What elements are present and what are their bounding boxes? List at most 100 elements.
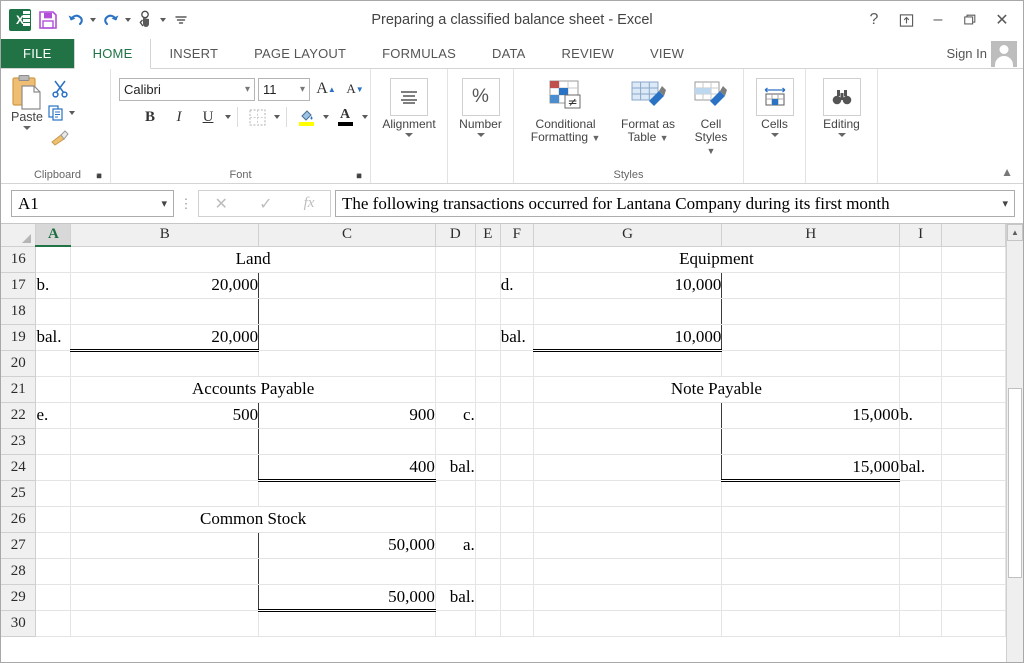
row-header-18[interactable]: 18	[1, 298, 36, 324]
cell-e22[interactable]	[475, 402, 500, 428]
column-header-a[interactable]: A	[36, 224, 71, 246]
cell-j30[interactable]	[942, 610, 1006, 636]
cell-h18[interactable]	[722, 298, 900, 324]
cell-d30[interactable]	[435, 610, 475, 636]
cell-f16[interactable]	[500, 246, 533, 272]
cell-i16[interactable]	[900, 246, 942, 272]
touch-mode-dropdown-icon[interactable]	[160, 18, 166, 22]
cell-d27[interactable]: a.	[435, 532, 475, 558]
row-header-17[interactable]: 17	[1, 272, 36, 298]
cell-c25[interactable]	[259, 480, 436, 506]
cell-a17[interactable]: b.	[36, 272, 71, 298]
cell-h22[interactable]: 15,000	[722, 402, 900, 428]
cells-button[interactable]: Cells	[750, 74, 800, 139]
row-header-19[interactable]: 19	[1, 324, 36, 350]
borders-dropdown-icon[interactable]	[274, 115, 280, 119]
row-header-25[interactable]: 25	[1, 480, 36, 506]
cell-a27[interactable]	[36, 532, 71, 558]
cell-b23[interactable]	[71, 428, 259, 454]
cell-i18[interactable]	[900, 298, 942, 324]
paste-button[interactable]: Paste	[10, 74, 44, 130]
cell-g26[interactable]	[533, 506, 722, 532]
restore-icon[interactable]	[955, 6, 985, 34]
cell-h19[interactable]	[722, 324, 900, 350]
cell-e23[interactable]	[475, 428, 500, 454]
cell-a18[interactable]	[36, 298, 71, 324]
editing-dropdown-icon[interactable]	[838, 133, 846, 137]
cell-d16[interactable]	[435, 246, 475, 272]
collapse-ribbon-icon[interactable]: ▲	[1001, 165, 1013, 179]
scrollbar-track[interactable]	[1007, 241, 1023, 662]
column-header-g[interactable]: G	[533, 224, 722, 246]
close-icon[interactable]: ✕	[987, 6, 1017, 34]
cell-g28[interactable]	[533, 558, 722, 584]
cell-f30[interactable]	[500, 610, 533, 636]
cell-g20[interactable]	[533, 350, 722, 376]
cell-g23[interactable]	[533, 428, 722, 454]
cell-a26[interactable]	[36, 506, 71, 532]
tab-data[interactable]: DATA	[474, 39, 544, 68]
cell-c30[interactable]	[259, 610, 436, 636]
cell-f22[interactable]	[500, 402, 533, 428]
column-header-b[interactable]: B	[71, 224, 259, 246]
borders-button[interactable]	[244, 105, 270, 129]
undo-icon[interactable]	[63, 7, 89, 33]
cell-d29[interactable]: bal.	[435, 584, 475, 610]
cell-c23[interactable]	[259, 428, 436, 454]
paste-dropdown-icon[interactable]	[23, 126, 31, 130]
cell-a28[interactable]	[36, 558, 71, 584]
font-dialog-launcher-icon[interactable]: ◾	[354, 171, 365, 182]
row-header-23[interactable]: 23	[1, 428, 36, 454]
italic-button[interactable]: I	[166, 105, 192, 129]
font-color-dropdown-icon[interactable]	[362, 115, 368, 119]
tab-home[interactable]: HOME	[74, 39, 152, 69]
cell-c17[interactable]	[259, 272, 436, 298]
cell-j23[interactable]	[942, 428, 1006, 454]
save-icon[interactable]	[35, 7, 61, 33]
fill-color-button[interactable]	[293, 105, 319, 129]
cell-a29[interactable]	[36, 584, 71, 610]
alignment-button[interactable]: Alignment	[376, 74, 441, 139]
cell-f28[interactable]	[500, 558, 533, 584]
name-box-dropdown-icon[interactable]: ▾	[161, 197, 167, 210]
cell-b26-common-stock-title[interactable]: Common Stock	[71, 506, 435, 532]
cell-g17[interactable]: 10,000	[533, 272, 722, 298]
cell-i19[interactable]	[900, 324, 942, 350]
cell-b18[interactable]	[71, 298, 259, 324]
scroll-up-arrow-icon[interactable]: ▲	[1007, 224, 1023, 241]
cell-c28[interactable]	[259, 558, 436, 584]
cell-d20[interactable]	[435, 350, 475, 376]
cell-f19[interactable]: bal.	[500, 324, 533, 350]
column-header-j[interactable]	[942, 224, 1006, 246]
cell-f24[interactable]	[500, 454, 533, 480]
cell-e30[interactable]	[475, 610, 500, 636]
minimize-icon[interactable]: –	[923, 6, 953, 34]
ribbon-display-options-icon[interactable]	[891, 6, 921, 34]
tab-insert[interactable]: INSERT	[151, 39, 236, 68]
formula-input[interactable]: The following transactions occurred for …	[335, 190, 1015, 217]
cell-j16[interactable]	[942, 246, 1006, 272]
cell-c18[interactable]	[259, 298, 436, 324]
cell-a16[interactable]	[36, 246, 71, 272]
cell-f17[interactable]: d.	[500, 272, 533, 298]
cell-b17[interactable]: 20,000	[71, 272, 259, 298]
font-size-dropdown-icon[interactable]: ▾	[300, 84, 305, 95]
cell-j18[interactable]	[942, 298, 1006, 324]
alignment-dropdown-icon[interactable]	[405, 133, 413, 137]
row-header-16[interactable]: 16	[1, 246, 36, 272]
avatar[interactable]	[991, 41, 1017, 67]
cell-c24-accounts-payable-balance[interactable]: 400	[259, 454, 436, 480]
cell-i20[interactable]	[900, 350, 942, 376]
column-header-i[interactable]: I	[900, 224, 942, 246]
vertical-scrollbar[interactable]: ▲	[1006, 224, 1023, 662]
row-header-30[interactable]: 30	[1, 610, 36, 636]
cell-b16-land-title[interactable]: Land	[71, 246, 435, 272]
format-painter-button[interactable]	[44, 126, 75, 150]
cell-i28[interactable]	[900, 558, 942, 584]
cell-j21[interactable]	[942, 376, 1006, 402]
copy-dropdown-icon[interactable]	[69, 111, 75, 115]
cell-h23[interactable]	[722, 428, 900, 454]
scrollbar-thumb[interactable]	[1008, 388, 1022, 577]
cell-b28[interactable]	[71, 558, 259, 584]
cell-b21-accounts-payable-title[interactable]: Accounts Payable	[71, 376, 435, 402]
